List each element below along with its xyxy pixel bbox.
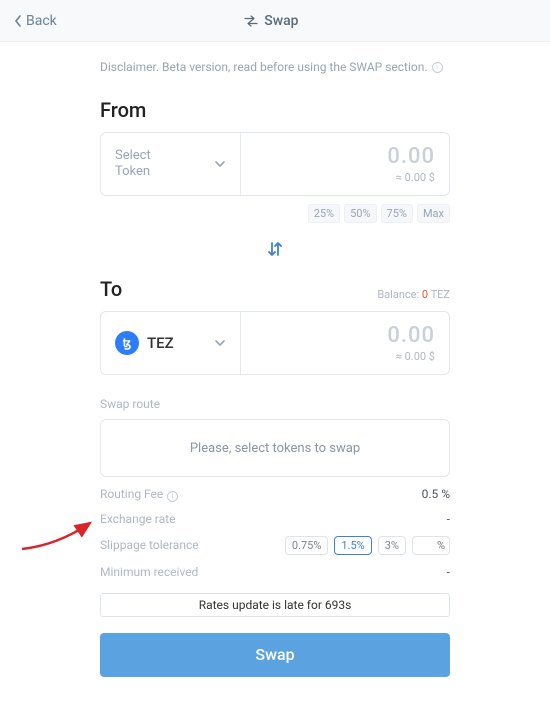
pct-max-button[interactable]: Max xyxy=(417,204,450,223)
slippage-3-button[interactable]: 3% xyxy=(378,536,406,555)
swap-vert-icon xyxy=(265,239,285,259)
tez-token-icon: ꜩ xyxy=(115,331,139,355)
from-amount-fiat: ≈ 0.00 $ xyxy=(396,171,435,184)
info-icon: i xyxy=(167,491,178,502)
slippage-15-button[interactable]: 1.5% xyxy=(334,536,371,555)
min-received-row: Minimum received - xyxy=(100,565,450,579)
from-pct-row: 25% 50% 75% Max xyxy=(100,204,450,223)
swap-route-label: Swap route xyxy=(100,397,450,411)
disclaimer-text[interactable]: Disclaimer. Beta version, read before us… xyxy=(100,60,450,74)
to-label: To xyxy=(100,277,122,301)
from-token-row: Select Token 0.00 ≈ 0.00 $ xyxy=(100,132,450,196)
to-token-row: ꜩ TEZ 0.00 ≈ 0.00 $ xyxy=(100,311,450,375)
pct-75-button[interactable]: 75% xyxy=(381,204,413,223)
to-amount-display: 0.00 ≈ 0.00 $ xyxy=(241,312,449,374)
to-balance: Balance: 0 TEZ xyxy=(377,288,450,301)
to-token-symbol: TEZ xyxy=(147,334,174,352)
slippage-075-button[interactable]: 0.75% xyxy=(285,536,329,555)
slippage-row: Slippage tolerance 0.75% 1.5% 3% xyxy=(100,536,450,555)
page-title: Swap xyxy=(57,13,486,29)
back-label: Back xyxy=(26,13,57,29)
exchange-rate-row: Exchange rate - xyxy=(100,512,450,526)
back-button[interactable]: Back xyxy=(14,13,57,29)
swap-route-box: Please, select tokens to swap xyxy=(100,419,450,477)
swap-direction-button[interactable] xyxy=(265,239,285,263)
select-token-placeholder: Select Token xyxy=(115,148,151,179)
chevron-left-icon xyxy=(14,15,22,27)
pct-25-button[interactable]: 25% xyxy=(308,204,340,223)
from-token-select[interactable]: Select Token xyxy=(101,133,241,195)
slippage-custom-input[interactable] xyxy=(412,536,450,555)
pct-50-button[interactable]: 50% xyxy=(344,204,376,223)
from-label: From xyxy=(100,98,450,122)
info-icon: i xyxy=(432,62,443,73)
swap-button[interactable]: Swap xyxy=(100,633,450,677)
to-amount-fiat: ≈ 0.00 $ xyxy=(396,350,435,363)
to-amount-value: 0.00 xyxy=(387,323,435,348)
chevron-down-icon xyxy=(214,339,226,347)
to-token-select[interactable]: ꜩ TEZ xyxy=(101,312,241,374)
from-amount-input[interactable]: 0.00 ≈ 0.00 $ xyxy=(241,133,449,195)
rate-warning: Rates update is late for 693s xyxy=(100,593,450,617)
from-amount-value: 0.00 xyxy=(387,144,435,169)
routing-fee-row: Routing Feei 0.5 % xyxy=(100,487,450,502)
chevron-down-icon xyxy=(214,160,226,168)
swap-horiz-icon xyxy=(244,15,258,27)
